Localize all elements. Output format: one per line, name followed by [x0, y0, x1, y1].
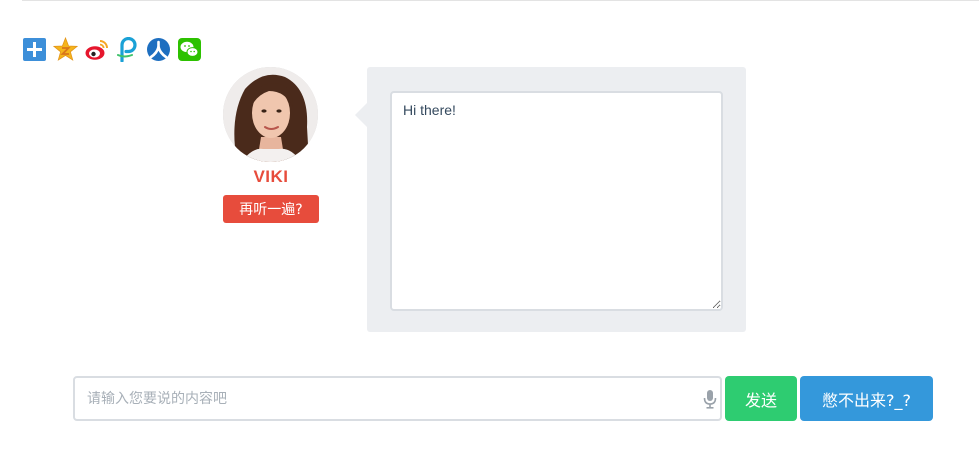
renren-icon[interactable]: [146, 37, 171, 62]
replay-button[interactable]: 再听一遍?: [223, 195, 319, 223]
tencent-pengyou-icon[interactable]: [115, 37, 140, 62]
weibo-icon[interactable]: [84, 37, 109, 62]
more-share-icon[interactable]: [22, 37, 47, 62]
wechat-icon[interactable]: [177, 37, 202, 62]
send-button[interactable]: 发送: [725, 376, 797, 421]
speech-bubble-tail: [355, 103, 367, 127]
chat-page: VIKI 再听一遍? Hi there! 发送 憋不出来?_?: [0, 0, 979, 457]
bot-name: VIKI: [253, 167, 289, 186]
top-divider: [22, 0, 979, 1]
microphone-icon[interactable]: [702, 389, 718, 409]
speech-bubble: Hi there!: [355, 67, 746, 332]
message-input[interactable]: [73, 376, 722, 421]
avatar: [223, 67, 318, 162]
share-toolbar: [22, 37, 202, 62]
stuck-button[interactable]: 憋不出来?_?: [800, 376, 933, 421]
reply-textarea[interactable]: Hi there!: [390, 91, 723, 311]
qzone-icon[interactable]: [53, 37, 78, 62]
